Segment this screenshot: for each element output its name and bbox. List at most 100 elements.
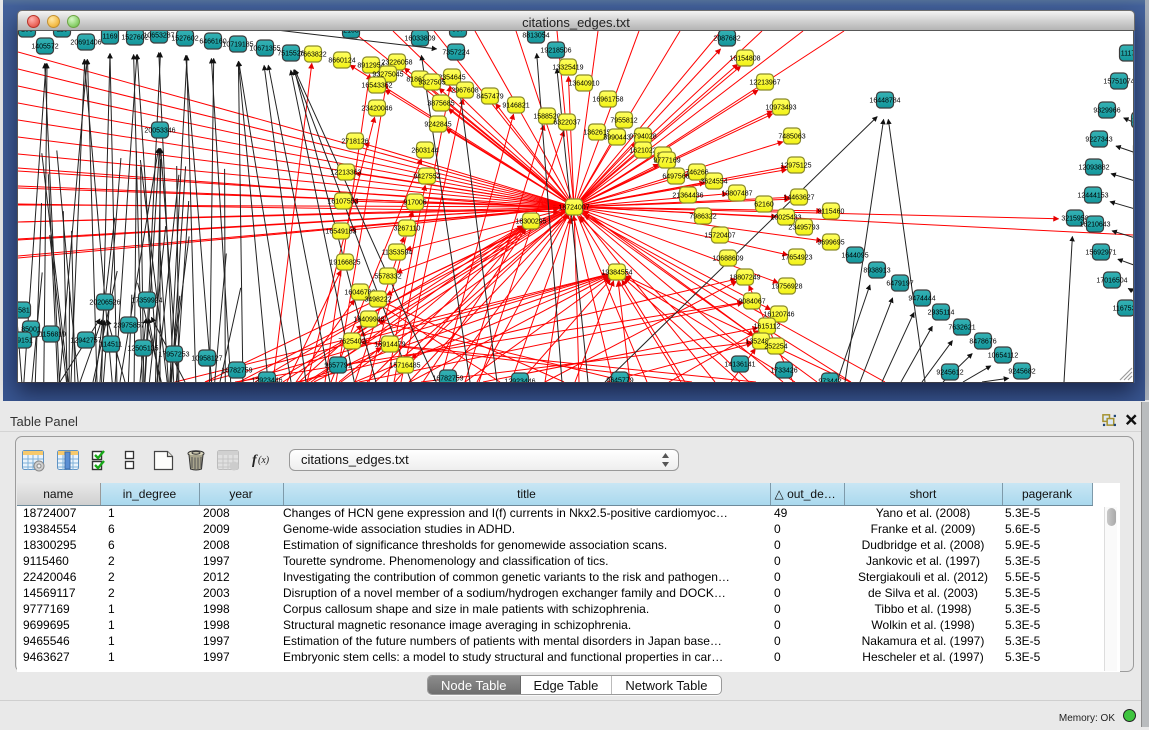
svg-text:1733426: 1733426 — [770, 368, 797, 375]
svg-text:13325419: 13325419 — [552, 65, 583, 72]
svg-text:19218506: 19218506 — [540, 48, 571, 55]
svg-text:(x): (x) — [258, 455, 270, 466]
svg-text:1167534: 1167534 — [1113, 306, 1134, 313]
svg-text:8457479: 8457479 — [476, 94, 503, 101]
svg-text:12942757: 12942757 — [70, 338, 101, 345]
svg-text:7485063: 7485063 — [778, 134, 805, 141]
svg-text:11353594: 11353594 — [382, 250, 413, 257]
svg-text:9227343: 9227343 — [1085, 137, 1112, 144]
svg-text:7632621: 7632621 — [948, 325, 975, 332]
svg-text:16409948: 16409948 — [353, 317, 384, 324]
svg-text:10973493: 10973493 — [765, 105, 796, 112]
svg-text:8660124: 8660124 — [328, 58, 355, 65]
svg-text:21364436: 21364436 — [672, 193, 703, 200]
svg-text:9327505: 9327505 — [418, 80, 445, 87]
svg-text:18807249: 18807249 — [729, 275, 760, 282]
svg-text:12975125: 12975125 — [780, 163, 811, 170]
svg-text:16107553: 16107553 — [327, 199, 358, 206]
svg-text:973442: 973442 — [818, 379, 841, 383]
svg-text:12093882: 12093882 — [1078, 165, 1109, 172]
svg-text:62160: 62160 — [754, 202, 774, 209]
svg-text:9657791: 9657791 — [324, 363, 351, 370]
svg-text:9084067: 9084067 — [738, 299, 765, 306]
svg-text:15692971: 15692971 — [1085, 250, 1116, 257]
svg-text:11156819: 11156819 — [36, 332, 66, 339]
svg-text:14463627: 14463627 — [783, 195, 814, 202]
svg-text:2087682: 2087682 — [713, 36, 740, 43]
svg-text:16782759: 16782759 — [432, 376, 463, 383]
svg-text:1169: 1169 — [102, 34, 117, 41]
svg-text:7357224: 7357224 — [442, 50, 469, 57]
svg-text:15751074: 15751074 — [1103, 79, 1134, 86]
svg-text:16549183: 16549183 — [325, 229, 356, 236]
svg-text:1117: 1117 — [1121, 51, 1134, 58]
svg-text:6479197: 6479197 — [886, 281, 913, 288]
svg-text:7663822: 7663822 — [299, 52, 326, 59]
svg-text:16914479: 16914479 — [374, 342, 405, 349]
svg-text:8938913: 8938913 — [863, 268, 890, 275]
svg-text:9245682: 9245682 — [1008, 369, 1035, 376]
svg-text:1615112: 1615112 — [754, 324, 781, 331]
svg-text:10958127: 10958127 — [191, 356, 222, 363]
svg-text:917006: 917006 — [403, 200, 426, 207]
svg-text:3267110: 3267110 — [394, 226, 421, 233]
svg-text:114511: 114511 — [100, 342, 122, 349]
svg-text:19384554: 19384554 — [601, 270, 632, 277]
svg-text:6497568: 6497568 — [662, 174, 689, 181]
svg-text:12923446: 12923446 — [251, 378, 282, 383]
svg-text:19166825: 19166825 — [329, 260, 360, 267]
svg-text:1527602: 1527602 — [171, 36, 198, 43]
svg-text:16033809: 16033809 — [404, 36, 435, 43]
svg-text:16961758: 16961758 — [592, 97, 623, 104]
svg-text:20206526: 20206526 — [89, 300, 120, 307]
svg-text:20053346: 20053346 — [144, 128, 175, 135]
svg-text:14136141: 14136141 — [724, 362, 755, 369]
svg-text:9699695: 9699695 — [817, 240, 844, 247]
svg-text:9777169: 9777169 — [653, 158, 680, 165]
svg-text:2718126: 2718126 — [341, 139, 368, 146]
svg-text:7986322: 7986322 — [689, 214, 716, 221]
svg-text:8990443: 8990443 — [603, 135, 630, 142]
svg-text:16154808: 16154808 — [729, 56, 760, 63]
svg-text:9427552: 9427552 — [413, 174, 440, 181]
svg-text:18724007: 18724007 — [558, 205, 589, 212]
svg-text:9245612: 9245612 — [936, 370, 963, 377]
svg-text:7955812: 7955812 — [610, 118, 637, 125]
svg-text:12213967: 12213967 — [749, 80, 780, 87]
svg-text:15716485: 15716485 — [389, 363, 420, 370]
svg-text:10654112: 10654112 — [988, 353, 1019, 360]
svg-text:2774: 2774 — [1132, 118, 1134, 125]
svg-text:20691406: 20691406 — [70, 40, 101, 47]
svg-text:9645779: 9645779 — [606, 378, 633, 383]
svg-text:9474444: 9474444 — [908, 296, 935, 303]
svg-text:18300295: 18300295 — [515, 219, 546, 226]
svg-text:7581: 7581 — [18, 308, 30, 315]
svg-text:1644095: 1644095 — [841, 253, 868, 260]
svg-text:2935114: 2935114 — [928, 310, 955, 317]
svg-text:1405572: 1405572 — [31, 44, 58, 51]
svg-text:39151: 39151 — [18, 338, 33, 345]
svg-text:12444153: 12444153 — [1077, 193, 1108, 200]
svg-text:10653287: 10653287 — [143, 33, 174, 40]
svg-text:252254: 252254 — [764, 344, 787, 351]
svg-text:17957253: 17957253 — [158, 352, 189, 359]
svg-text:3498222: 3498222 — [364, 297, 391, 304]
svg-text:116: 116 — [56, 31, 67, 34]
svg-text:3875685: 3875685 — [427, 101, 454, 108]
svg-text:17359924: 17359924 — [131, 298, 162, 305]
svg-text:15720407: 15720407 — [704, 233, 735, 240]
svg-text:12923446: 12923446 — [504, 379, 535, 383]
svg-text:2103: 2103 — [343, 31, 359, 35]
svg-text:2967608: 2967608 — [451, 88, 478, 95]
svg-text:3624554: 3624554 — [700, 179, 727, 186]
svg-text:16448784: 16448784 — [869, 98, 900, 105]
svg-text:9146821: 9146821 — [502, 103, 529, 110]
svg-text:208: 208 — [21, 31, 33, 34]
svg-text:23420046: 23420046 — [361, 106, 392, 113]
svg-text:8813054: 8813054 — [522, 33, 549, 40]
svg-text:12213363: 12213363 — [330, 170, 361, 177]
svg-text:6322037: 6322037 — [553, 120, 580, 127]
svg-text:23495793: 23495793 — [788, 225, 819, 232]
svg-text:16782759: 16782759 — [221, 368, 252, 375]
svg-text:12505135: 12505135 — [127, 346, 158, 353]
